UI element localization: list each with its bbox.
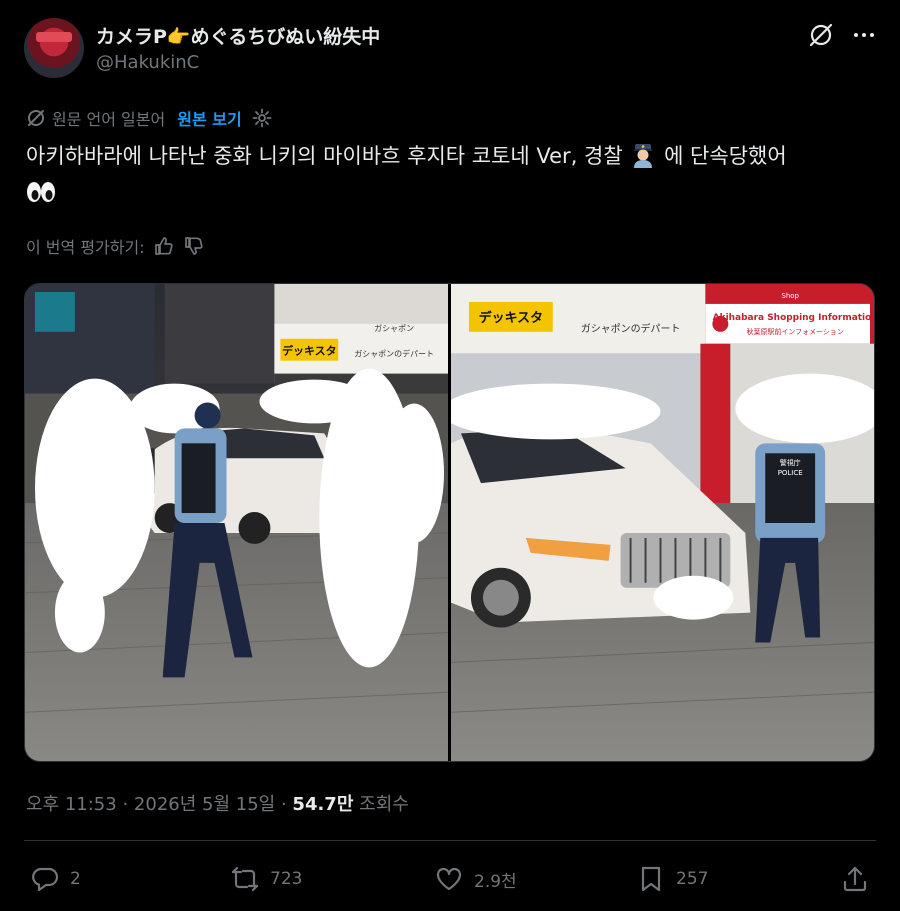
- more-options-icon[interactable]: [852, 24, 876, 46]
- author-handle[interactable]: @HakukinC: [96, 52, 199, 73]
- tweet-time[interactable]: 오후 11:53: [26, 794, 117, 815]
- action-bar: 2 723 2.9천 257: [30, 864, 870, 896]
- eyes-emoji-icon: [27, 182, 55, 202]
- bookmark-icon: [641, 866, 661, 892]
- bookmark-button[interactable]: 257: [636, 864, 708, 894]
- repost-count: 723: [270, 869, 303, 889]
- police-officer-emoji-icon: [634, 144, 653, 168]
- avatar[interactable]: [24, 18, 84, 78]
- photo-left[interactable]: デッキスタ ガシャポン ガシャポンのデパート: [25, 284, 448, 761]
- tweet-date[interactable]: 2026년 5월 15일: [134, 794, 275, 815]
- reply-button[interactable]: 2: [30, 864, 81, 894]
- sign-gashapon-dept-right: ガシャポンのデパート: [581, 322, 681, 335]
- reply-icon: [32, 867, 59, 892]
- heart-icon: [436, 867, 462, 891]
- repost-button[interactable]: 723: [230, 864, 302, 894]
- sign-shop: Shop: [781, 292, 799, 300]
- sign-decks-right: デッキスタ: [479, 310, 543, 326]
- reply-count: 2: [70, 869, 81, 889]
- media-grid: デッキスタ ガシャポン ガシャポンのデパート デッキスタ ガシャポンのデパート …: [24, 283, 875, 762]
- show-original-link[interactable]: 원본 보기: [177, 106, 241, 130]
- translation-bar: 원문 언어 일본어 원본 보기: [26, 106, 272, 130]
- sign-gashapon-dept-left: ガシャポンのデパート: [354, 349, 434, 359]
- share-button[interactable]: [840, 864, 870, 894]
- thumbs-down-icon[interactable]: [183, 235, 205, 257]
- photo-right[interactable]: デッキスタ ガシャポンのデパート Shop Akihabara Shopping…: [451, 284, 874, 761]
- tweet-meta: 오후 11:53 · 2026년 5월 15일 · 54.7만 조회수: [26, 790, 409, 816]
- vest-police-en: POLICE: [778, 469, 803, 477]
- vest-police-jp: 警視庁: [780, 458, 801, 467]
- translate-icon: [28, 110, 44, 126]
- divider: [24, 840, 876, 841]
- meta-separator-2: ·: [280, 794, 287, 815]
- views-label: 조회수: [359, 794, 409, 815]
- views-count: 54.7만: [292, 794, 354, 815]
- translation-source-note: 원문 언어 일본어: [52, 110, 166, 129]
- tweet-text-part-2: 에 단속당했어: [664, 144, 787, 168]
- like-button[interactable]: 2.9천: [434, 864, 517, 894]
- sign-akihabara-info: Akihabara Shopping Information: [713, 313, 874, 323]
- bookmark-count: 257: [676, 869, 709, 889]
- rate-translation-label: 이 번역 평가하기:: [26, 238, 145, 257]
- like-count: 2.9천: [474, 871, 517, 892]
- gear-icon[interactable]: [252, 108, 272, 128]
- sign-akihabara-info-jp: 秋葉原駅前インフォメーション: [747, 327, 844, 336]
- sign-decks-left: デッキスタ: [282, 344, 336, 358]
- author-display-name[interactable]: カメラP👉めぐるちびぬい紛失中: [96, 22, 380, 49]
- tweet-text-part-1: 아키하바라에 나타난 중화 니키의 마이바흐 후지타 코토네 Ver, 경찰: [26, 144, 623, 168]
- thumbs-up-icon[interactable]: [153, 235, 175, 257]
- repost-icon: [231, 866, 259, 892]
- meta-separator: ·: [122, 794, 129, 815]
- tweet-header: カメラP👉めぐるちびぬい紛失中 @HakukinC: [24, 16, 876, 80]
- tweet-body: 아키하바라에 나타난 중화 니키의 마이바흐 후지타 코토네 Ver, 경찰 에…: [26, 138, 876, 210]
- sign-gashapon-left: ガシャポン: [374, 323, 414, 333]
- share-icon: [843, 866, 867, 892]
- grok-icon[interactable]: [808, 22, 834, 48]
- rate-translation: 이 번역 평가하기:: [26, 234, 205, 258]
